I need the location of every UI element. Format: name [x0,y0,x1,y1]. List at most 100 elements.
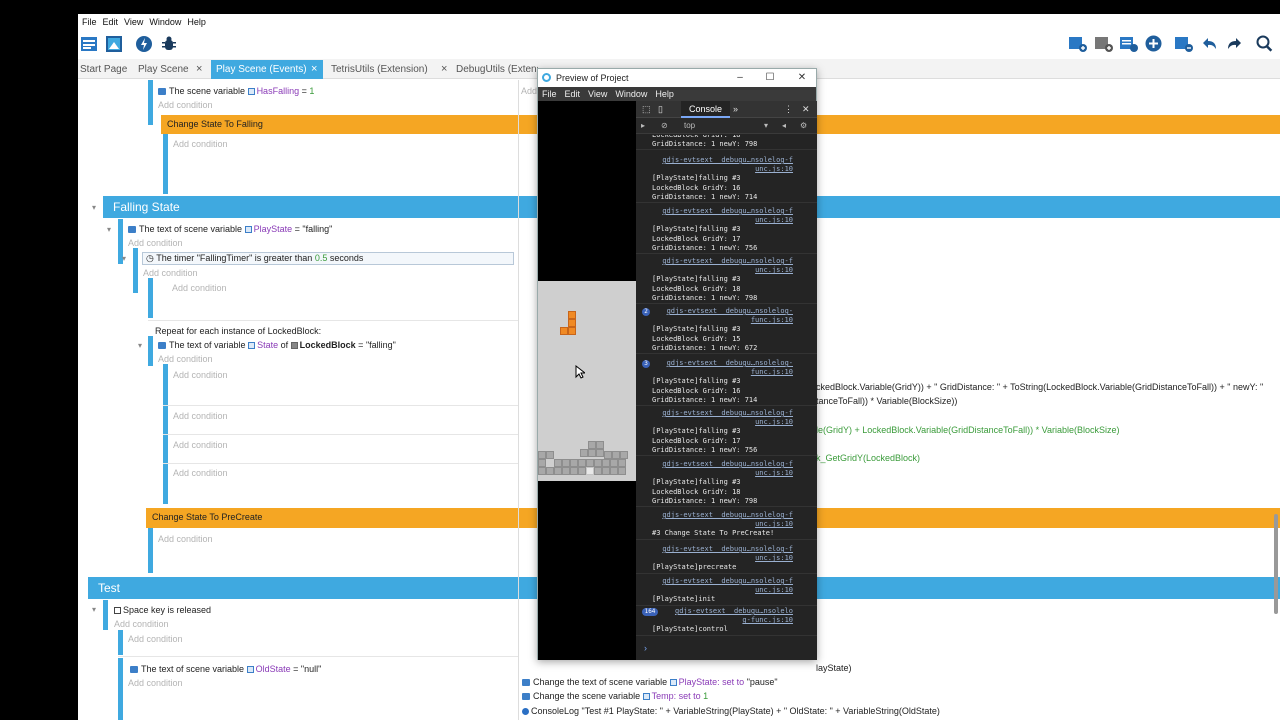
minimize-icon[interactable]: – [726,69,754,87]
condition-timer[interactable]: ◷ The timer "FallingTimer" is greater th… [142,252,514,265]
close-icon[interactable]: ✕ [788,69,816,87]
menu-help[interactable]: Help [651,89,678,99]
action-partial[interactable]: ckedBlock.Variable(GridY)) + " GridDista… [816,382,1263,392]
tab-console[interactable]: Console [681,101,731,118]
menu-view[interactable]: View [584,89,611,99]
source-link[interactable]: gdjs-evtsext__debugu…nsolelo g-func.js:1… [636,607,817,625]
source-link[interactable]: gdjs-evtsext__debugu…nsolelog-f unc.js:1… [636,511,817,529]
extension-icon [522,708,529,715]
add-subevent-icon[interactable] [1094,34,1113,53]
search-icon[interactable] [1255,34,1274,53]
more-tabs-icon[interactable]: » [733,101,738,118]
game-canvas[interactable] [538,101,636,660]
debugger-icon[interactable] [159,34,178,53]
add-condition[interactable]: Add condition [173,468,228,478]
locked-block [570,467,578,475]
add-condition[interactable]: Add condition [158,354,213,364]
collapse-icon[interactable]: ▾ [107,225,111,234]
context-select[interactable]: top [684,118,695,134]
condition-state[interactable]: The text of variable State of LockedBloc… [158,340,396,350]
add-condition[interactable]: Add condition [173,139,228,149]
action-partial[interactable]: layState) [816,663,852,673]
add-condition[interactable]: Add condition [143,268,198,278]
locked-block [588,449,596,457]
source-link[interactable]: gdjs-evtsext__debugu…nsolelog- func.js:1… [636,307,817,325]
tab-close-icon[interactable]: × [196,60,202,79]
chevron-left-icon[interactable]: ◂ [782,118,786,134]
menu-view[interactable]: View [121,17,146,27]
console-entry: gdjs-evtsext__debugu…nsolelog-f unc.js:1… [636,207,817,255]
source-link[interactable]: gdjs-evtsext__debugu…nsolelog-f unc.js:1… [636,156,817,174]
menu-help[interactable]: Help [184,17,209,27]
condition-hasfalling[interactable]: The scene variable HasFalling = 1 [158,86,314,96]
source-link[interactable]: gdjs-evtsext__debugu…nsolelog- func.js:1… [636,359,817,377]
add-plus-icon[interactable] [1144,34,1163,53]
gear-icon[interactable]: ⚙ [800,118,807,134]
condition-oldstate[interactable]: The text of scene variable OldState = "n… [130,664,321,674]
add-event-icon[interactable] [1068,34,1087,53]
condition-space-key[interactable]: Space key is released [114,605,211,615]
source-link[interactable]: gdjs-evtsext__debugu…nsolelog-f unc.js:1… [636,577,817,595]
source-link[interactable]: gdjs-evtsext__debugu…nsolelog-f unc.js:1… [636,545,817,563]
tab-play-scene-events[interactable]: Play Scene (Events) × [211,60,323,79]
add-condition[interactable]: Add condition [172,283,227,293]
add-condition[interactable]: Add condition [128,678,183,688]
tab-start-page[interactable]: Start Page [80,60,132,79]
clear-console-icon[interactable]: ⊘ [661,118,668,134]
menu-edit[interactable]: Edit [561,89,585,99]
tab-label: TetrisUtils (Extension) [331,64,428,75]
collapse-icon[interactable]: ▾ [92,605,96,614]
delete-event-icon[interactable] [1174,34,1193,53]
add-condition[interactable]: Add condition [128,634,183,644]
locked-block [604,451,612,459]
repeat-for-each-lockedblock[interactable]: Repeat for each instance of LockedBlock: [155,326,321,336]
add-condition[interactable]: Add condition [173,411,228,421]
project-manager-icon[interactable] [79,34,98,53]
add-condition[interactable]: Add condition [158,100,213,110]
add-comment-icon[interactable] [1119,34,1138,53]
collapse-icon[interactable]: ▾ [138,341,142,350]
menu-window[interactable]: Window [611,89,651,99]
add-condition[interactable]: Add condition [173,370,228,380]
tab-close-icon[interactable]: × [311,60,317,79]
condition-playstate[interactable]: The text of scene variable PlayState = "… [128,224,332,234]
action-partial[interactable]: tanceToFall)) * Variable(BlockSize)) [816,396,957,406]
source-link[interactable]: gdjs-evtsext__debugu…nsolelog-f unc.js:1… [636,207,817,225]
source-link[interactable]: gdjs-evtsext__debugu…nsolelog-f unc.js:1… [636,409,817,427]
action-partial[interactable]: k_GetGridY(LockedBlock) [816,453,920,463]
variable-icon [244,226,252,233]
sidebar-toggle-icon[interactable]: ▸ [641,118,645,134]
chevron-down-icon[interactable]: ▾ [764,118,768,134]
menu-window[interactable]: Window [146,17,184,27]
collapse-icon[interactable]: ▾ [122,254,126,263]
add-condition[interactable]: Add condition [128,238,183,248]
scene-editor-icon[interactable] [104,34,123,53]
collapse-icon[interactable]: ▾ [92,203,96,212]
add-condition[interactable]: Add condition [173,440,228,450]
source-link[interactable]: gdjs-evtsext__debugu…nsolelog-f unc.js:1… [636,257,817,275]
maximize-icon[interactable]: ☐ [756,69,784,87]
action-partial[interactable]: le(GridY) + LockedBlock.Variable(GridDis… [816,425,1120,435]
tab-tetrisutils[interactable]: TetrisUtils (Extension) × [331,60,456,79]
tab-debugutils[interactable]: DebugUtils (Extension) [456,60,538,79]
undo-icon[interactable] [1200,34,1219,53]
menu-edit[interactable]: Edit [100,17,122,27]
source-link[interactable]: gdjs-evtsext__debugu…nsolelog-f unc.js:1… [636,460,817,478]
action-set-playstate[interactable]: Change the text of scene variable PlaySt… [522,677,778,687]
action-consolelog[interactable]: ConsoleLog "Test #1 PlayState: " + Varia… [522,706,940,716]
preview-icon[interactable] [134,34,153,53]
kebab-menu-icon[interactable]: ⋮ [784,101,793,118]
redo-icon[interactable] [1225,34,1244,53]
add-condition[interactable]: Add condition [158,534,213,544]
console-prompt[interactable]: › [644,643,647,653]
tab-play-scene[interactable]: Play Scene × [138,60,208,79]
inspect-icon[interactable]: ⬚ [642,101,651,118]
menu-file[interactable]: File [538,89,561,99]
close-devtools-icon[interactable]: ✕ [802,101,810,118]
tab-close-icon[interactable]: × [441,60,447,79]
vertical-scrollbar[interactable] [1274,514,1278,614]
action-set-temp[interactable]: Change the scene variable Temp: set to 1 [522,691,708,701]
menu-file[interactable]: File [79,17,100,27]
add-condition[interactable]: Add condition [114,619,169,629]
device-toggle-icon[interactable]: ▯ [658,101,663,118]
